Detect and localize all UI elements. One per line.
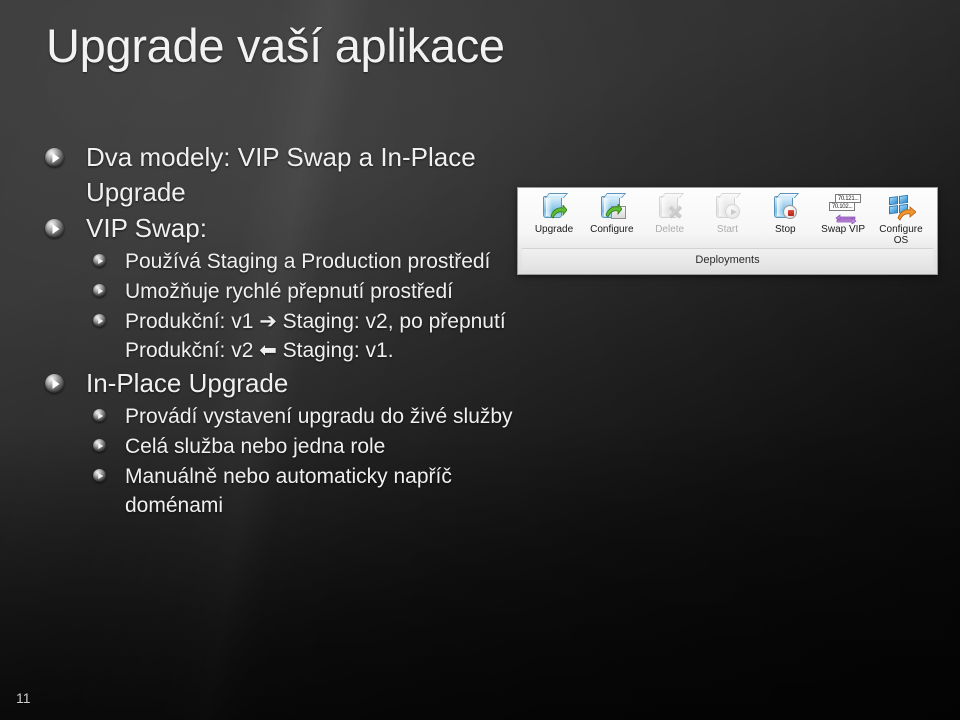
toolbar-button-swap-vip[interactable]: 70.121... 70.102... Swap VIP: [817, 190, 869, 235]
bullet-arrow-icon: [45, 148, 64, 167]
toolbar-button-label: Upgrade: [534, 224, 574, 235]
bullet-text: Umožňuje rychlé přepnutí prostředí: [125, 280, 453, 303]
slide: Upgrade vaší aplikace Dva modely: VIP Sw…: [0, 0, 960, 720]
upgrade-box-icon: [539, 194, 569, 222]
slide-body-outline: Dva modely: VIP Swap a In-Place Upgrade V…: [36, 140, 536, 521]
bullet-item: In-Place Upgrade: [45, 366, 536, 401]
toolbar-button-strip: Upgrade Configure Delete Start Stop 70.1…: [522, 190, 933, 248]
bullet-arrow-icon: [93, 439, 106, 452]
configure-box-icon: [597, 194, 627, 222]
delete-box-icon: [655, 194, 685, 222]
azure-deployments-toolbar-screenshot: Upgrade Configure Delete Start Stop 70.1…: [517, 187, 938, 275]
bullet-arrow-icon: [45, 374, 64, 393]
bullet-item: VIP Swap:: [45, 211, 536, 246]
bullet-text: Celá služba nebo jedna role: [125, 435, 386, 458]
toolbar-button-label: Configure OS: [879, 224, 923, 246]
slide-number: 11: [16, 690, 31, 706]
toolbar-button-label: Start: [716, 224, 739, 235]
bullet-text: Dva modely: VIP Swap a In-Place Upgrade: [86, 142, 476, 207]
bullet-text: Produkční: v1 ➔ Staging: v2, po přepnutí…: [125, 310, 506, 362]
bullet-text: In-Place Upgrade: [86, 368, 289, 398]
bullet-item: Celá služba nebo jedna role: [93, 432, 536, 461]
bullet-item: Dva modely: VIP Swap a In-Place Upgrade: [45, 140, 536, 210]
bullet-arrow-icon: [93, 469, 106, 482]
toolbar-button-label: Swap VIP: [821, 224, 866, 235]
toolbar-button-label: Configure: [590, 224, 634, 235]
configure-os-icon: [886, 194, 917, 222]
toolbar-button-label: Stop: [775, 224, 796, 235]
toolbar-button-configure[interactable]: Configure: [586, 190, 638, 235]
bullet-item: Používá Staging a Production prostředí: [93, 247, 536, 276]
bullet-item: Manuálně nebo automaticky napříč doménam…: [93, 462, 536, 520]
toolbar-group-label: Deployments: [522, 248, 933, 270]
swap-vip-ip-bottom: 70.102...: [829, 202, 856, 211]
bullet-arrow-icon: [93, 284, 106, 297]
bullet-arrow-icon: [93, 254, 106, 267]
stop-box-icon: [770, 194, 800, 222]
toolbar-button-configure-os[interactable]: Configure OS: [875, 190, 927, 246]
swap-vip-icon: 70.121... 70.102...: [828, 194, 862, 225]
start-box-icon: [712, 194, 742, 222]
toolbar-button-start[interactable]: Start: [701, 190, 753, 235]
bullet-text: Používá Staging a Production prostředí: [125, 250, 491, 273]
bullet-arrow-icon: [45, 219, 64, 238]
toolbar-button-delete[interactable]: Delete: [644, 190, 696, 235]
slide-title: Upgrade vaší aplikace: [46, 19, 505, 72]
toolbar-button-upgrade[interactable]: Upgrade: [528, 190, 580, 235]
swap-arrows-icon: [833, 211, 859, 225]
bullet-text: Provádí vystavení upgradu do živé služby: [125, 405, 513, 428]
bullet-item: Provádí vystavení upgradu do živé služby: [93, 402, 536, 431]
bullet-arrow-icon: [93, 409, 106, 422]
orange-arrow-icon: [897, 206, 917, 222]
bullet-item: Umožňuje rychlé přepnutí prostředí: [93, 277, 536, 306]
toolbar-button-label: Delete: [655, 224, 685, 235]
bullet-item: Produkční: v1 ➔ Staging: v2, po přepnutí…: [93, 307, 536, 365]
bullet-text: Manuálně nebo automaticky napříč doménam…: [125, 465, 452, 517]
toolbar-button-stop[interactable]: Stop: [759, 190, 811, 235]
bullet-arrow-icon: [93, 314, 106, 327]
toolbar-group-label-text: Deployments: [695, 253, 760, 266]
bullet-text: VIP Swap:: [86, 213, 207, 243]
